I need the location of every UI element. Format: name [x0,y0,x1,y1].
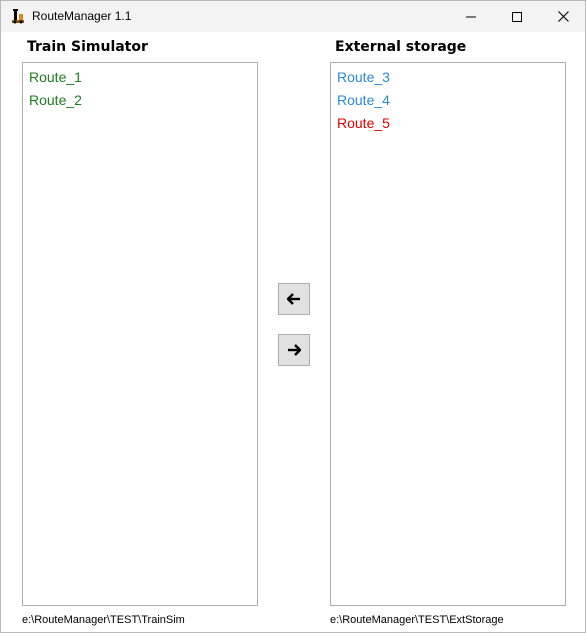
move-to-external-storage-button[interactable] [278,334,310,366]
list-item[interactable]: Route_2 [29,89,257,112]
external-storage-heading: External storage [335,39,467,55]
arrow-right-icon [288,344,301,356]
main-content: Train Simulator External storage Route_1… [1,32,585,632]
maximize-icon [512,11,522,22]
app-logo-icon [10,8,26,24]
window-title: RouteManager 1.1 [32,9,132,23]
title-bar[interactable]: RouteManager 1.1 [1,1,585,32]
close-button[interactable] [540,1,586,32]
close-icon [557,11,569,22]
train-simulator-path: e:\RouteManager\TEST\TrainSim [22,614,185,626]
list-item[interactable]: Route_5 [337,112,565,135]
app-window: RouteManager 1.1 Train Simulator Externa… [0,0,586,633]
train-simulator-heading: Train Simulator [27,39,148,55]
list-item[interactable]: Route_1 [29,66,257,89]
arrow-left-icon [287,293,300,305]
move-to-train-simulator-button[interactable] [278,283,310,315]
external-storage-path: e:\RouteManager\TEST\ExtStorage [330,614,504,626]
train-simulator-list[interactable]: Route_1 Route_2 [22,62,258,606]
list-item[interactable]: Route_4 [337,89,565,112]
list-item[interactable]: Route_3 [337,66,565,89]
maximize-button[interactable] [494,1,540,32]
external-storage-list[interactable]: Route_3 Route_4 Route_5 [330,62,566,606]
minimize-icon [466,16,476,17]
minimize-button[interactable] [448,1,494,32]
